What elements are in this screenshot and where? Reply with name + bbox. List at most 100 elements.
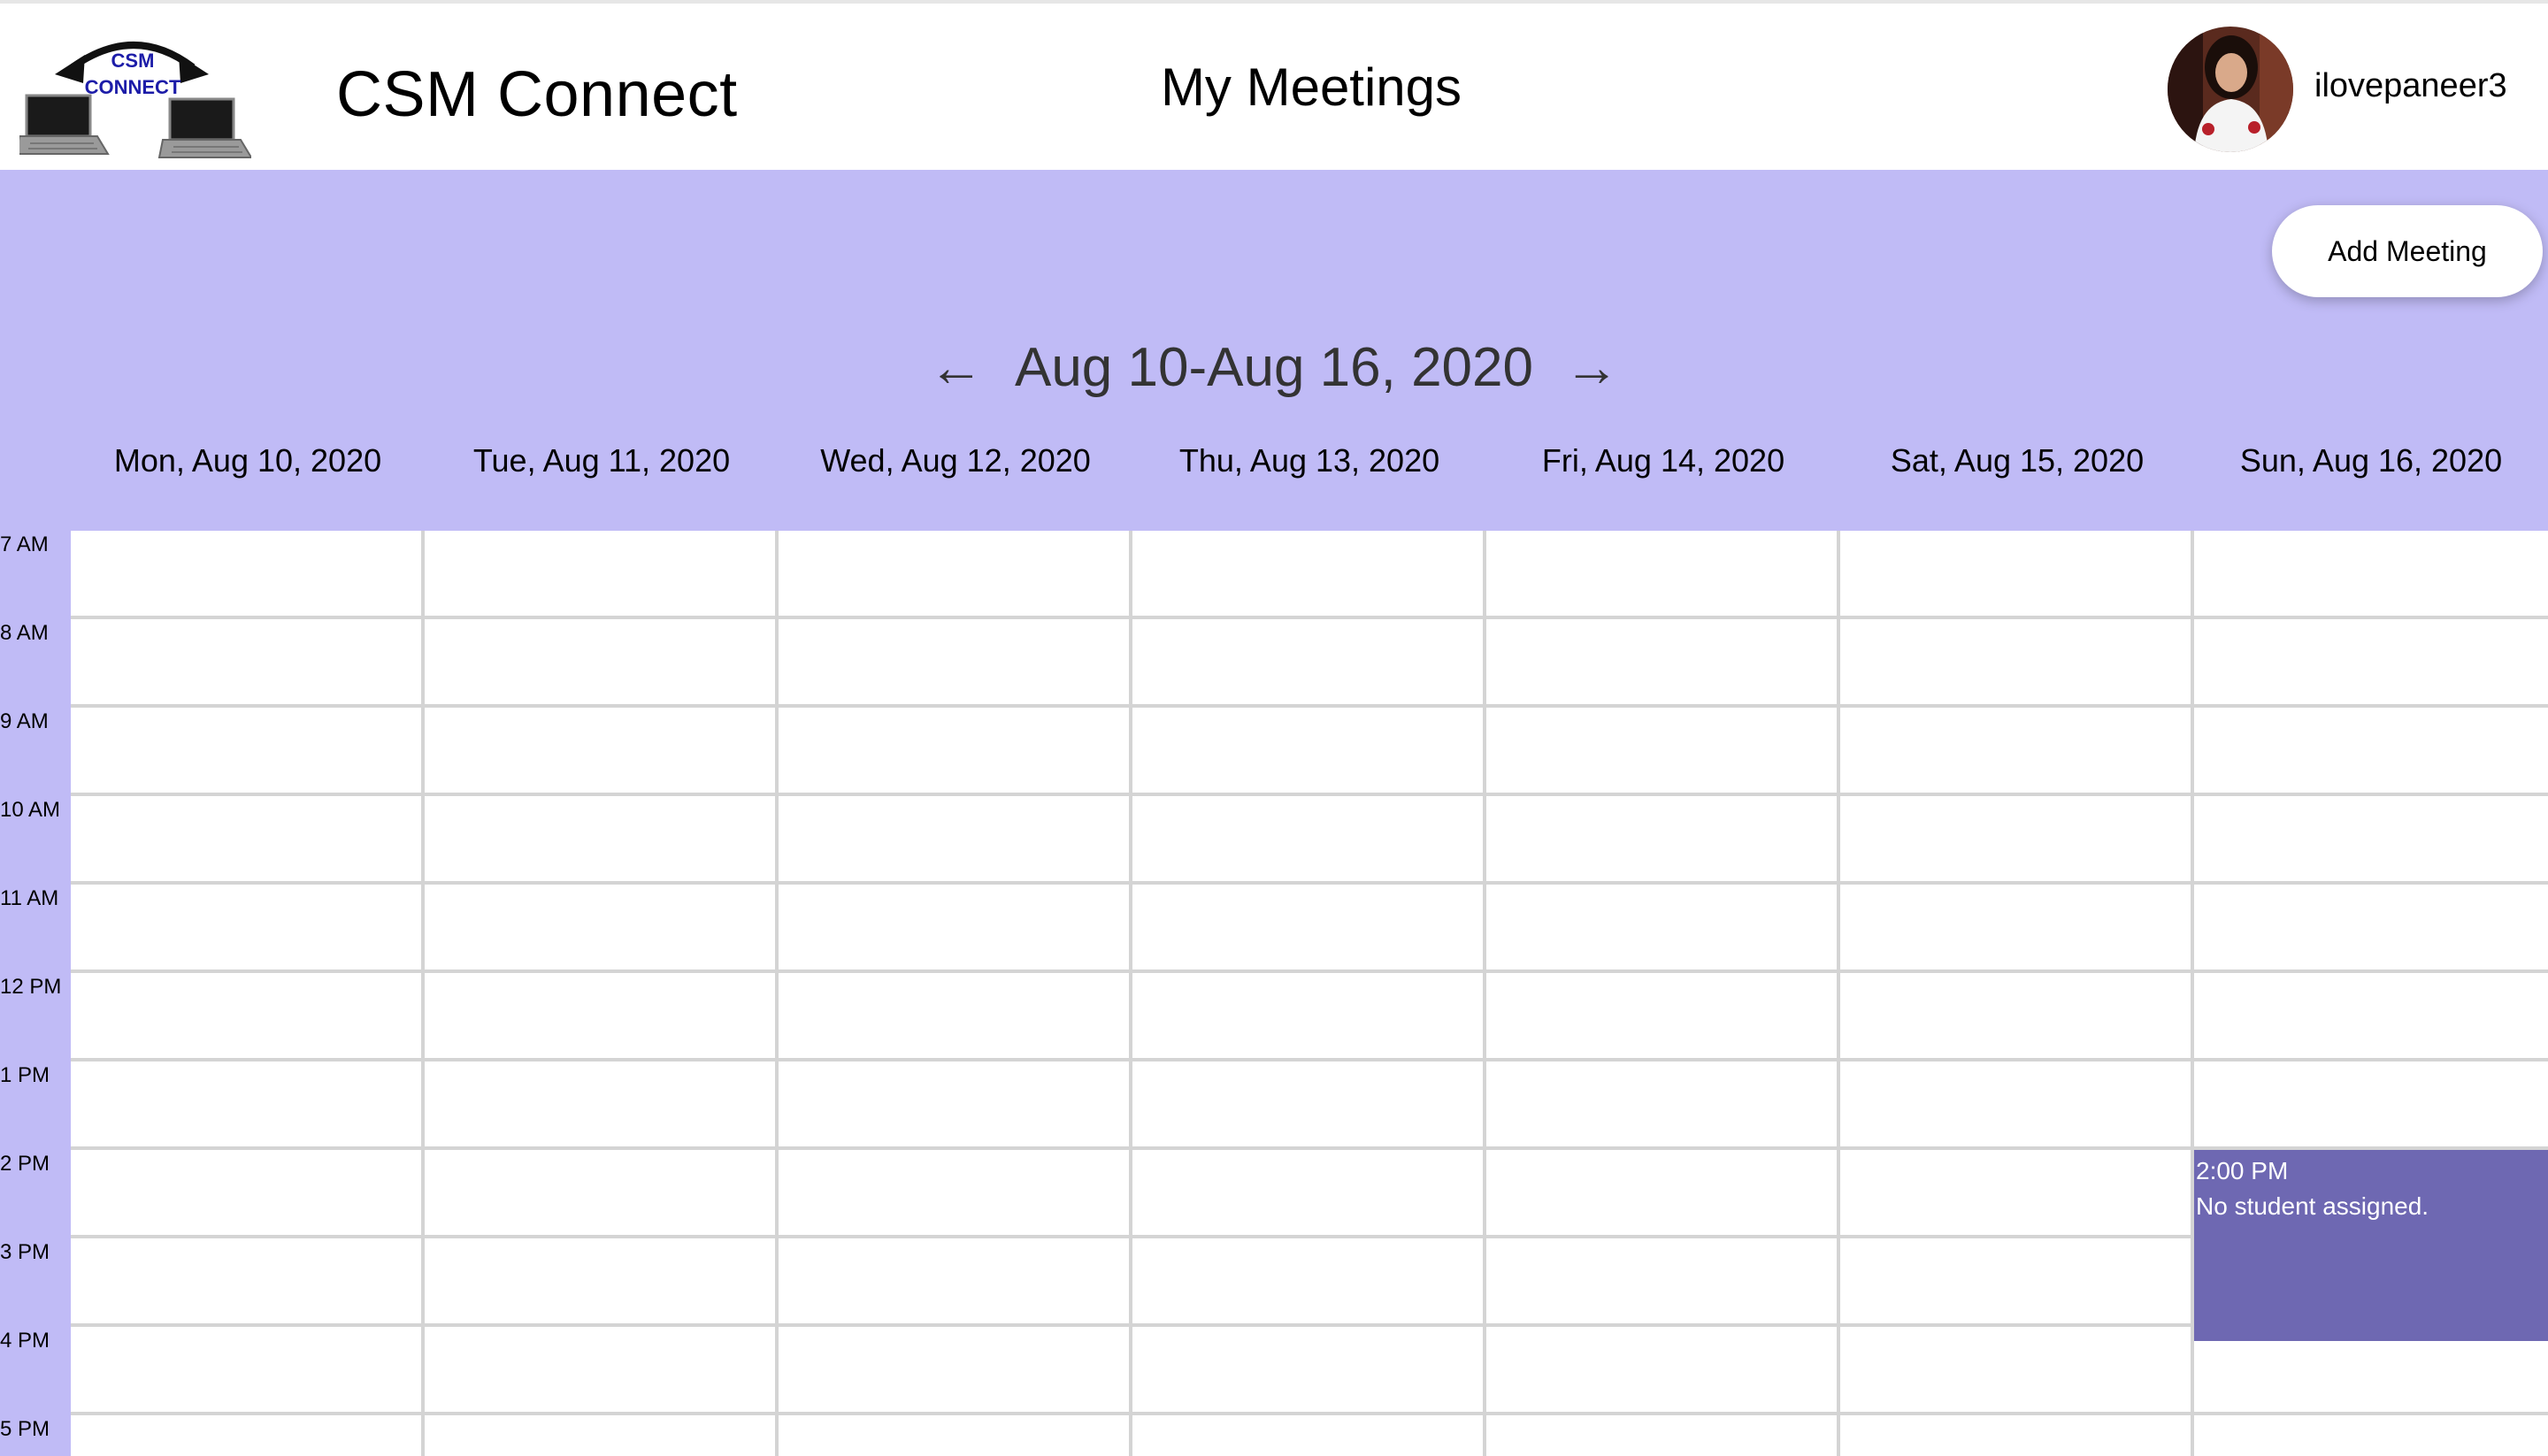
time-slot[interactable] <box>779 796 1132 885</box>
day-header-fri: Fri, Aug 14, 2020 <box>1541 442 1785 479</box>
day-header-wed: Wed, Aug 12, 2020 <box>820 442 1091 479</box>
time-slot[interactable] <box>71 1150 425 1238</box>
time-slot[interactable] <box>1840 708 2194 796</box>
time-slot[interactable] <box>1132 1238 1486 1327</box>
time-slot[interactable] <box>779 708 1132 796</box>
time-slot[interactable] <box>425 1238 779 1327</box>
time-slot[interactable] <box>1840 619 2194 708</box>
time-slot[interactable] <box>1132 1327 1486 1415</box>
day-header-sun: Sun, Aug 16, 2020 <box>2239 442 2503 479</box>
time-slot[interactable] <box>2194 1061 2548 1150</box>
time-slot[interactable] <box>425 796 779 885</box>
time-slot[interactable] <box>71 796 425 885</box>
time-slot[interactable] <box>779 1327 1132 1415</box>
day-header-thu: Thu, Aug 13, 2020 <box>1178 442 1440 479</box>
time-label: 10 AM <box>0 798 61 822</box>
time-slot[interactable] <box>1840 531 2194 619</box>
time-slot[interactable] <box>425 708 779 796</box>
time-slot[interactable] <box>2194 885 2548 973</box>
meeting-description: No student assigned. <box>2196 1192 2429 1220</box>
time-slot[interactable] <box>425 1327 779 1415</box>
time-slot[interactable] <box>1486 885 1840 973</box>
time-slot[interactable] <box>1486 619 1840 708</box>
time-slot[interactable] <box>779 619 1132 708</box>
time-slot[interactable] <box>1840 1327 2194 1415</box>
time-slot[interactable] <box>779 1061 1132 1150</box>
hour-row <box>71 1238 2548 1327</box>
time-slot[interactable] <box>425 531 779 619</box>
time-slot[interactable] <box>2194 708 2548 796</box>
hour-row <box>71 973 2548 1061</box>
time-slot[interactable] <box>2194 531 2548 619</box>
time-slot[interactable] <box>1132 885 1486 973</box>
time-slot[interactable] <box>425 1415 779 1456</box>
next-week-arrow-icon[interactable]: → <box>1564 336 1619 399</box>
time-label: 12 PM <box>0 975 62 999</box>
time-slot[interactable] <box>71 531 425 619</box>
time-slot[interactable] <box>1132 1415 1486 1456</box>
time-label: 9 AM <box>0 709 49 733</box>
time-slot[interactable] <box>1840 973 2194 1061</box>
time-slot[interactable] <box>425 619 779 708</box>
time-slot[interactable] <box>1840 1238 2194 1327</box>
time-slot[interactable] <box>71 708 425 796</box>
time-slot[interactable] <box>779 1150 1132 1238</box>
time-slot[interactable] <box>2194 619 2548 708</box>
time-slot[interactable] <box>1840 796 2194 885</box>
avatar[interactable] <box>2168 27 2293 152</box>
time-slot[interactable] <box>1132 973 1486 1061</box>
time-slot[interactable] <box>1840 1150 2194 1238</box>
time-slot[interactable] <box>779 973 1132 1061</box>
time-slot[interactable] <box>1132 1150 1486 1238</box>
previous-week-arrow-icon[interactable]: ← <box>929 336 984 399</box>
time-slot[interactable] <box>1486 708 1840 796</box>
time-slot[interactable] <box>1486 796 1840 885</box>
time-slot[interactable] <box>779 1238 1132 1327</box>
time-slot[interactable] <box>1486 1238 1840 1327</box>
time-slot[interactable] <box>71 973 425 1061</box>
time-slot[interactable] <box>1132 796 1486 885</box>
time-slot[interactable] <box>71 1327 425 1415</box>
page-title: My Meetings <box>0 57 2548 118</box>
time-slot[interactable] <box>1132 531 1486 619</box>
time-slot[interactable] <box>779 885 1132 973</box>
time-slot[interactable] <box>1840 885 2194 973</box>
hour-row <box>71 796 2548 885</box>
time-slot[interactable] <box>425 1061 779 1150</box>
time-slot[interactable] <box>1132 708 1486 796</box>
time-slot[interactable] <box>779 1415 1132 1456</box>
time-slot[interactable] <box>425 885 779 973</box>
time-slot[interactable] <box>71 619 425 708</box>
time-slot[interactable] <box>1840 1061 2194 1150</box>
add-meeting-button[interactable]: Add Meeting <box>2272 205 2543 297</box>
time-label: 5 PM <box>0 1417 50 1441</box>
time-slot[interactable] <box>71 1061 425 1150</box>
hour-row <box>71 885 2548 973</box>
time-label: 8 AM <box>0 621 49 645</box>
time-slot[interactable] <box>2194 973 2548 1061</box>
username[interactable]: ilovepaneer3 <box>2314 67 2507 105</box>
day-header-sat: Sat, Aug 15, 2020 <box>1890 442 2145 479</box>
time-slot[interactable] <box>1486 1327 1840 1415</box>
time-slot[interactable] <box>779 531 1132 619</box>
week-range: Aug 10-Aug 16, 2020 <box>1014 337 1534 398</box>
time-slot[interactable] <box>2194 1415 2548 1456</box>
time-slot[interactable] <box>1486 531 1840 619</box>
time-slot[interactable] <box>1486 1150 1840 1238</box>
time-slot[interactable] <box>1486 973 1840 1061</box>
time-slot[interactable] <box>71 1415 425 1456</box>
meeting-event[interactable]: 2:00 PM No student assigned. <box>2194 1150 2548 1341</box>
day-header-tue: Tue, Aug 11, 2020 <box>472 442 731 479</box>
time-slot[interactable] <box>1840 1415 2194 1456</box>
time-slot[interactable] <box>71 1238 425 1327</box>
time-slot[interactable] <box>2194 796 2548 885</box>
time-slot[interactable] <box>1486 1061 1840 1150</box>
time-slot[interactable] <box>425 973 779 1061</box>
time-slot[interactable] <box>1132 1061 1486 1150</box>
time-slot[interactable] <box>71 885 425 973</box>
time-slot[interactable] <box>1132 619 1486 708</box>
time-label: 3 PM <box>0 1240 50 1264</box>
time-slot[interactable] <box>425 1150 779 1238</box>
time-label: 1 PM <box>0 1063 50 1087</box>
time-slot[interactable] <box>1486 1415 1840 1456</box>
